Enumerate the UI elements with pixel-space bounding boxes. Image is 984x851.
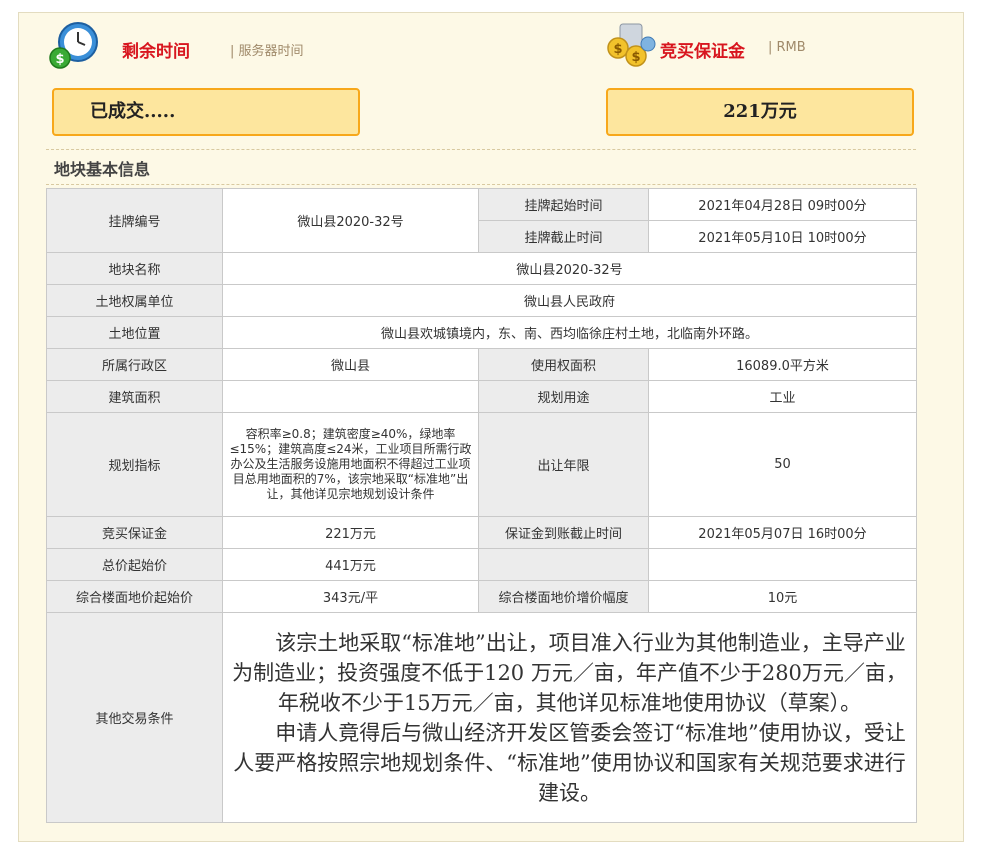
- status-badge: 已成交.....: [52, 88, 360, 136]
- section-title: 地块基本信息: [54, 160, 151, 179]
- district-label: 所属行政区: [46, 348, 223, 381]
- start-time-label: 挂牌起始时间: [478, 188, 649, 221]
- increment-label: 综合楼面地价增价幅度: [478, 580, 649, 613]
- usage-label: 规划用途: [478, 380, 649, 413]
- clock-money-icon: $: [49, 22, 98, 69]
- owner-label: 土地权属单位: [46, 284, 223, 317]
- svg-text:$: $: [613, 42, 622, 57]
- coins-money-icon: $ $: [607, 23, 656, 67]
- owner-value: 微山县人民政府: [222, 284, 917, 317]
- other-conditions-paragraph: 申请人竟得后与微山经济开发区管委会签订“标准地”使用协议，受让人要严格按照宗地规…: [233, 720, 906, 805]
- end-time-value: 2021年05月10日 10时00分: [648, 220, 917, 253]
- usage-value: 工业: [648, 380, 917, 413]
- area-value: 16089.0平方米: [648, 348, 917, 381]
- build-area-label: 建筑面积: [46, 380, 223, 413]
- parcel-name-label: 地块名称: [46, 252, 223, 285]
- planning-value: 容积率≥0.8；建筑密度≥40%，绿地率≤15%；建筑高度≤24米，工业项目所需…: [222, 412, 479, 517]
- divider: [46, 184, 916, 185]
- remaining-time-title: 剩余时间: [122, 42, 190, 62]
- planning-label: 规划指标: [46, 412, 223, 517]
- deposit-deadline-label: 保证金到账截止时间: [478, 516, 649, 549]
- deposit-deadline-value: 2021年05月07日 16时00分: [648, 516, 917, 549]
- deposit-label: 竞买保证金: [46, 516, 223, 549]
- parcel-info-table: 挂牌编号 微山县2020-32号 挂牌起始时间 2021年04月28日 09时0…: [46, 188, 917, 823]
- deposit-badge: 221万元: [606, 88, 914, 136]
- start-time-value: 2021年04月28日 09时00分: [648, 188, 917, 221]
- other-conditions-paragraph: 该宗土地采取“标准地”出让，项目准入行业为其他制造业，主导产业为制造业；投资强度…: [232, 630, 907, 715]
- other-conditions-value: 该宗土地采取“标准地”出让，项目准入行业为其他制造业，主导产业为制造业；投资强度…: [222, 612, 917, 823]
- district-value: 微山县: [222, 348, 479, 381]
- deposit-value: 221万元: [222, 516, 479, 549]
- term-value: 50: [648, 412, 917, 517]
- parcel-name-value: 微山县2020-32号: [222, 252, 917, 285]
- location-value: 微山县欢城镇境内，东、南、西均临徐庄村土地，北临南外环路。: [222, 316, 917, 349]
- increment-value: 10元: [648, 580, 917, 613]
- other-conditions-label: 其他交易条件: [46, 612, 223, 823]
- server-time-label: | 服务器时间: [230, 44, 304, 59]
- deposit-header: $ $ 竞买保证金 | RMB: [604, 20, 904, 72]
- divider: [46, 149, 916, 150]
- svg-text:$: $: [55, 52, 64, 67]
- start-price-label: 总价起始价: [46, 548, 223, 581]
- floor-price-label: 综合楼面地价起始价: [46, 580, 223, 613]
- area-label: 使用权面积: [478, 348, 649, 381]
- end-time-label: 挂牌截止时间: [478, 220, 649, 253]
- term-label: 出让年限: [478, 412, 649, 517]
- empty-value: [648, 548, 917, 581]
- start-price-value: 441万元: [222, 548, 479, 581]
- rmb-label: | RMB: [768, 40, 806, 55]
- svg-text:$: $: [631, 50, 640, 65]
- empty-label: [478, 548, 649, 581]
- build-area-value: [222, 380, 479, 413]
- deposit-title: 竞买保证金: [660, 42, 745, 62]
- listing-no-label: 挂牌编号: [46, 188, 223, 253]
- listing-no-value: 微山县2020-32号: [222, 188, 479, 253]
- location-label: 土地位置: [46, 316, 223, 349]
- remaining-time-header: $ 剩余时间 | 服务器时间: [48, 20, 348, 72]
- floor-price-value: 343元/平: [222, 580, 479, 613]
